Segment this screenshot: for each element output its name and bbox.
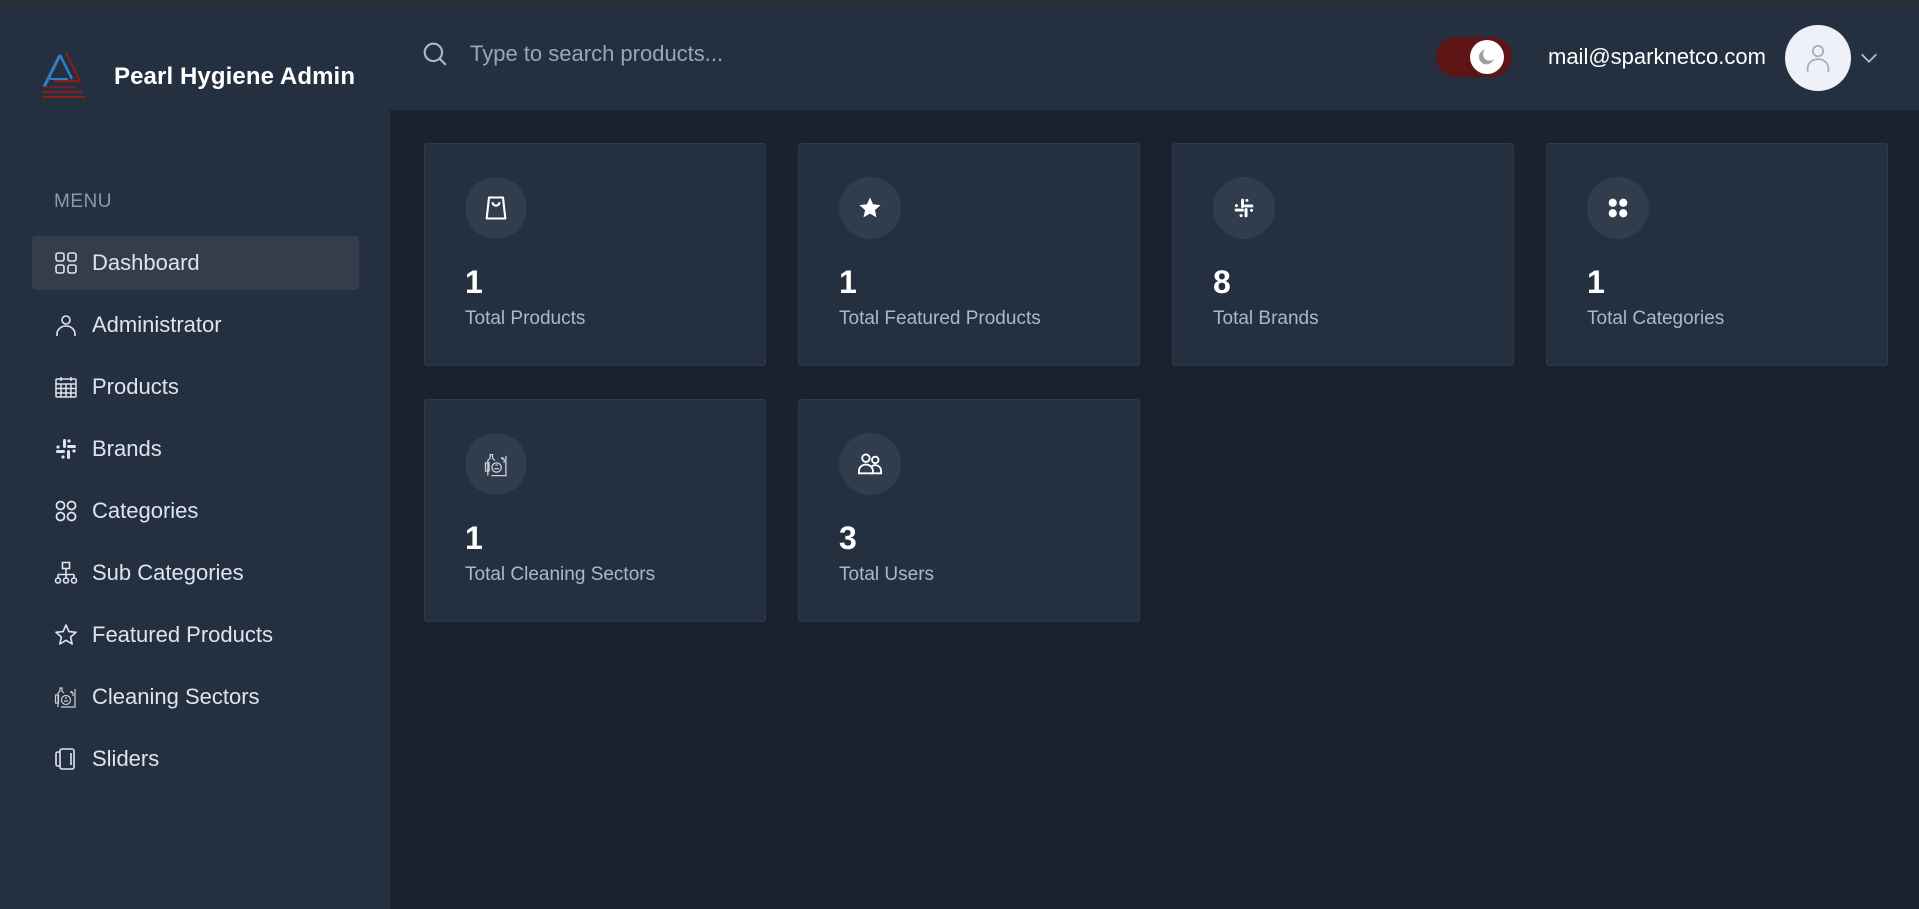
four-circles-icon (54, 499, 78, 523)
dashboard-grid-icon (54, 251, 78, 275)
shopping-bag-icon (485, 196, 507, 220)
sidebar-nav: Dashboard Administrator Products Brands … (32, 236, 359, 794)
search-input[interactable] (470, 41, 990, 67)
sidebar: Pearl Hygiene Admin MENU Dashboard Admin… (0, 3, 390, 909)
dark-mode-toggle[interactable] (1436, 37, 1512, 77)
pearl-hygiene-logo (42, 52, 86, 98)
user-email[interactable]: mail@sparknetco.com (1548, 44, 1766, 70)
stat-label: Total Categories (1587, 308, 1725, 329)
top-header: mail@sparknetco.com (390, 3, 1919, 110)
sidebar-item-label: Cleaning Sectors (92, 684, 260, 709)
card-icon-wrap (465, 433, 527, 495)
user-icon (1806, 45, 1830, 72)
stat-card-total-cleaning-sectors[interactable]: 1 Total Cleaning Sectors (424, 399, 766, 622)
stat-label: Total Brands (1213, 308, 1319, 329)
user-icon (54, 313, 78, 337)
sidebar-item-label: Dashboard (92, 250, 200, 275)
calendar-grid-icon (54, 375, 78, 399)
card-icon-wrap (839, 177, 901, 239)
stat-value: 1 (839, 264, 857, 300)
stat-card-total-users[interactable]: 3 Total Users (798, 399, 1140, 622)
toggle-knob (1470, 40, 1504, 74)
menu-section-label: MENU (54, 191, 112, 212)
stat-label: Total Featured Products (839, 308, 1041, 329)
sidebar-item-administrator[interactable]: Administrator (32, 298, 359, 352)
star-icon (54, 623, 78, 647)
sidebar-item-sub-categories[interactable]: Sub Categories (32, 546, 359, 600)
stat-label: Total Products (465, 308, 586, 329)
dashboard-content: 1 Total Products 1 Total Featured Produc… (390, 110, 1919, 909)
sidebar-item-label: Sliders (92, 746, 160, 771)
sidebar-item-cleaning-sectors[interactable]: Cleaning Sectors (32, 670, 359, 724)
sidebar-item-label: Brands (92, 436, 162, 461)
search-icon[interactable] (422, 41, 448, 67)
sidebar-item-products[interactable]: Products (32, 360, 359, 414)
sidebar-item-label: Sub Categories (92, 560, 244, 585)
sidebar-item-label: Featured Products (92, 622, 273, 647)
search-bar (422, 41, 990, 67)
sidebar-item-label: Categories (92, 498, 199, 523)
brand[interactable]: Pearl Hygiene Admin (38, 49, 355, 105)
stat-label: Total Cleaning Sectors (465, 564, 656, 585)
stat-value: 1 (1587, 264, 1605, 300)
cleaning-supplies-icon (54, 685, 78, 709)
sidebar-item-brands[interactable]: Brands (32, 422, 359, 476)
stat-card-total-products[interactable]: 1 Total Products (424, 143, 766, 366)
stat-value: 1 (465, 264, 483, 300)
stat-value: 8 (1213, 264, 1231, 300)
sidebar-item-featured-products[interactable]: Featured Products (32, 608, 359, 662)
card-icon-wrap (1213, 177, 1275, 239)
sidebar-item-sliders[interactable]: Sliders (32, 732, 359, 786)
stat-value: 1 (465, 520, 483, 556)
app-title: Pearl Hygiene Admin (114, 63, 356, 90)
sidebar-item-dashboard[interactable]: Dashboard (32, 236, 359, 290)
avatar[interactable] (1785, 25, 1851, 91)
chevron-down-icon[interactable] (1858, 47, 1880, 69)
sitemap-icon (54, 561, 78, 585)
slider-icon (54, 747, 78, 771)
stat-label: Total Users (839, 564, 935, 585)
sidebar-item-label: Products (92, 374, 179, 399)
four-circles-icon (1608, 198, 1628, 218)
card-icon-wrap (839, 433, 901, 495)
card-icon-wrap (1587, 177, 1649, 239)
stat-card-total-categories[interactable]: 1 Total Categories (1546, 143, 1888, 366)
slack-hash-icon (1234, 198, 1254, 218)
cleaning-supplies-icon (484, 454, 507, 477)
stat-card-total-brands[interactable]: 8 Total Brands (1172, 143, 1514, 366)
card-icon-wrap (465, 177, 527, 239)
moon-icon (1478, 49, 1494, 65)
users-icon (857, 453, 883, 475)
sidebar-item-categories[interactable]: Categories (32, 484, 359, 538)
star-icon (859, 197, 881, 218)
stat-card-total-featured-products[interactable]: 1 Total Featured Products (798, 143, 1140, 366)
stat-value: 3 (839, 520, 857, 556)
sidebar-item-label: Administrator (92, 312, 222, 337)
slack-hash-icon (54, 437, 78, 461)
